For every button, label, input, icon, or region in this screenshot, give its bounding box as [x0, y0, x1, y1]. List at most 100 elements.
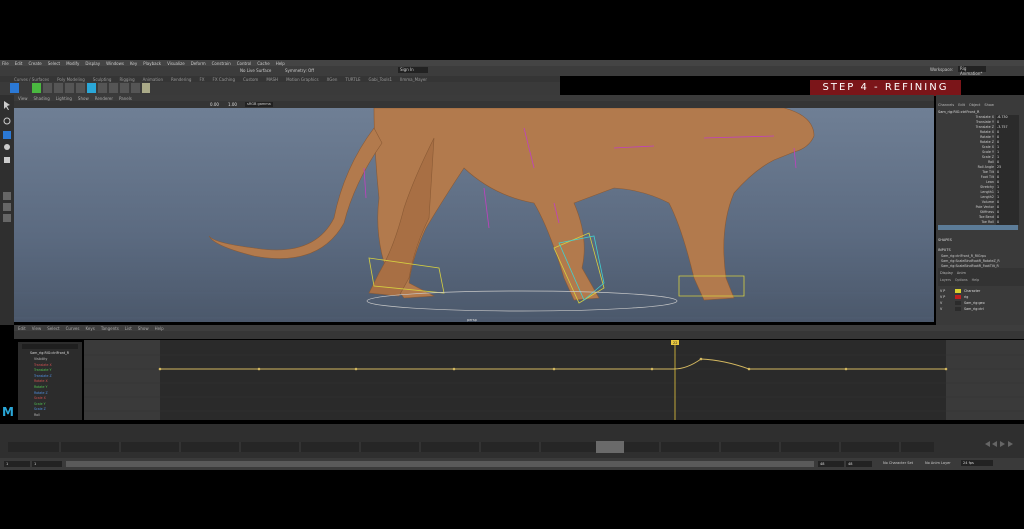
status-line[interactable]: No Live Surface Symmetry: Off Sign In Wo…	[0, 66, 1024, 76]
anim-layer-select[interactable]: No Anim Layer	[925, 461, 951, 465]
outliner-channel[interactable]: Translate X	[34, 363, 52, 367]
menu-item-edit[interactable]: Edit	[15, 61, 23, 66]
no-live-surface-label[interactable]: No Live Surface	[240, 68, 271, 73]
shelf-tab[interactable]: Ilmma_Mayer	[400, 77, 427, 82]
time-slider-graphic[interactable]	[0, 424, 1024, 458]
shelf-icons[interactable]	[10, 83, 150, 94]
channel-box-tabs[interactable]: Channels Edit Object Show	[938, 103, 994, 107]
outliner-channel[interactable]: Roll	[34, 413, 40, 417]
layer-color-swatch[interactable]	[955, 289, 961, 293]
input-node[interactable]: Sam_rig:ctrlFront_R_RIGrpu	[941, 254, 986, 258]
character-set-select[interactable]: No Character Set	[883, 461, 913, 465]
layer-color-swatch[interactable]	[955, 301, 961, 305]
layer-visibility[interactable]: V P	[940, 295, 952, 299]
shelf-tab[interactable]: Sculpting	[93, 77, 112, 82]
graph-editor-menu-item[interactable]: Curves	[66, 326, 80, 331]
range-end-field[interactable]: 48	[818, 461, 844, 467]
channel-box-tab[interactable]: Object	[969, 103, 980, 107]
panel-menu-item[interactable]: Renderer	[95, 96, 113, 101]
menu-item-help[interactable]: Help	[276, 61, 285, 66]
outliner-channel[interactable]: Rotate Z	[34, 391, 48, 395]
shelf-tab[interactable]: Curves / Surfaces	[14, 77, 49, 82]
layer-visibility[interactable]: V P	[940, 289, 952, 293]
3d-viewport[interactable]	[14, 108, 934, 322]
panel-menu-item[interactable]: View	[18, 96, 28, 101]
shelf-tab[interactable]: Poly Modeling	[57, 77, 85, 82]
graph-editor-menu-item[interactable]: Show	[138, 326, 149, 331]
menu-item-deform[interactable]: Deform	[191, 61, 206, 66]
toolbox[interactable]	[0, 95, 14, 325]
menu-item-visualize[interactable]: Visualize	[167, 61, 185, 66]
outliner-channel[interactable]: Scale Z	[34, 407, 46, 411]
symmetry-label[interactable]: Symmetry: Off	[285, 68, 314, 73]
tool-icons[interactable]	[0, 95, 14, 325]
outliner-channel[interactable]: Rotate Y	[34, 385, 47, 389]
shelf-tab[interactable]: XGen	[327, 77, 338, 82]
layer-visibility[interactable]: V	[940, 307, 952, 311]
graph-editor-menu-item[interactable]: Keys	[85, 326, 94, 331]
layer-editor-menu-item[interactable]: Options	[955, 278, 968, 282]
sign-in-button[interactable]: Sign In	[398, 67, 428, 73]
shelf[interactable]	[0, 82, 560, 95]
layer-row[interactable]: V Sam_rig:ctrl	[940, 306, 1020, 312]
menu-item-cache[interactable]: Cache	[257, 61, 269, 66]
shelf-tab[interactable]: FX Caching	[213, 77, 235, 82]
input-node[interactable]: Sam_rig:ScaleBindFootR_RotateZ_R	[941, 259, 1000, 263]
layer-name[interactable]: Character	[964, 289, 980, 293]
color-space-select[interactable]: sRGB gamma	[245, 102, 273, 107]
graph-editor-menu-item[interactable]: View	[32, 326, 42, 331]
layer-visibility[interactable]: V	[940, 301, 952, 305]
menu-item-control[interactable]: Control	[237, 61, 251, 66]
menu-item-select[interactable]: Select	[48, 61, 60, 66]
layer-name[interactable]: Sam_rig:geo	[964, 301, 985, 305]
graph-editor-menu-item[interactable]: List	[125, 326, 132, 331]
outliner-channel[interactable]: Rotate X	[34, 379, 48, 383]
channel-box-tab[interactable]: Show	[984, 103, 993, 107]
graph-editor-menu-item[interactable]: Select	[47, 326, 59, 331]
channel-box-tab[interactable]: Channels	[938, 103, 954, 107]
shelf-tab[interactable]: Rigging	[119, 77, 134, 82]
panel-toolbar[interactable]	[14, 101, 934, 108]
animation-curve-graph[interactable]: 22	[84, 340, 1024, 420]
end-frame-field[interactable]: 48	[846, 461, 872, 467]
layer-editor-menu[interactable]: Layers Options Help	[938, 276, 1024, 283]
time-slider[interactable]	[0, 424, 1024, 458]
layer-editor-tabs[interactable]: Display Anim	[938, 268, 1024, 276]
outliner-node[interactable]: Sam_rig:RIG:ctrlFront_R	[30, 351, 69, 355]
outliner-channel[interactable]: Translate Y	[34, 368, 51, 372]
layer-editor-tab[interactable]: Anim	[957, 271, 966, 275]
layer-editor-menu-item[interactable]: Help	[972, 278, 980, 282]
range-bar[interactable]	[66, 461, 814, 467]
outliner-channel[interactable]: Visibility	[34, 357, 47, 361]
outliner-channel[interactable]: Translate Z	[34, 374, 52, 378]
shelf-tab[interactable]: FX	[199, 77, 204, 82]
layer-editor[interactable]: Display Anim Layers Options Help	[938, 268, 1024, 286]
menu-item-create[interactable]: Create	[28, 61, 41, 66]
layer-color-swatch[interactable]	[955, 307, 961, 311]
gamma-field[interactable]: 1.00	[228, 102, 237, 107]
graph-editor-menu-item[interactable]: Help	[155, 326, 164, 331]
layer-editor-tab[interactable]: Display	[940, 271, 953, 275]
menu-item-key[interactable]: Key	[130, 61, 137, 66]
menu-item-modify[interactable]: Modify	[66, 61, 79, 66]
outliner-channel[interactable]: Scale Y	[34, 402, 46, 406]
layer-name[interactable]: rig	[964, 295, 968, 299]
graph-editor-toolbar[interactable]	[14, 331, 1024, 339]
panel-menu-item[interactable]: Shading	[34, 96, 50, 101]
panel-menu-item[interactable]: Panels	[119, 96, 132, 101]
shelf-tab[interactable]: MASH	[266, 77, 278, 82]
shelf-tab[interactable]: TURTLE	[345, 77, 360, 82]
layer-editor-menu-item[interactable]: Layers	[940, 278, 951, 282]
fps-select[interactable]: 24 fps	[961, 460, 993, 466]
menu-item-display[interactable]: Display	[85, 61, 100, 66]
shelf-tab[interactable]: Custom	[243, 77, 258, 82]
shelf-tab[interactable]: Motion Graphics	[286, 77, 319, 82]
shelf-tab[interactable]: Rendering	[171, 77, 191, 82]
shelf-tab[interactable]: Animation	[143, 77, 163, 82]
graph-editor-menu-item[interactable]: Edit	[18, 326, 26, 331]
panel-menu-item[interactable]: Lighting	[56, 96, 72, 101]
layer-color-swatch[interactable]	[955, 295, 961, 299]
graph-editor-menu-item[interactable]: Tangents	[101, 326, 119, 331]
range-start-field[interactable]: 1	[32, 461, 62, 467]
panel-menu-item[interactable]: Show	[78, 96, 89, 101]
